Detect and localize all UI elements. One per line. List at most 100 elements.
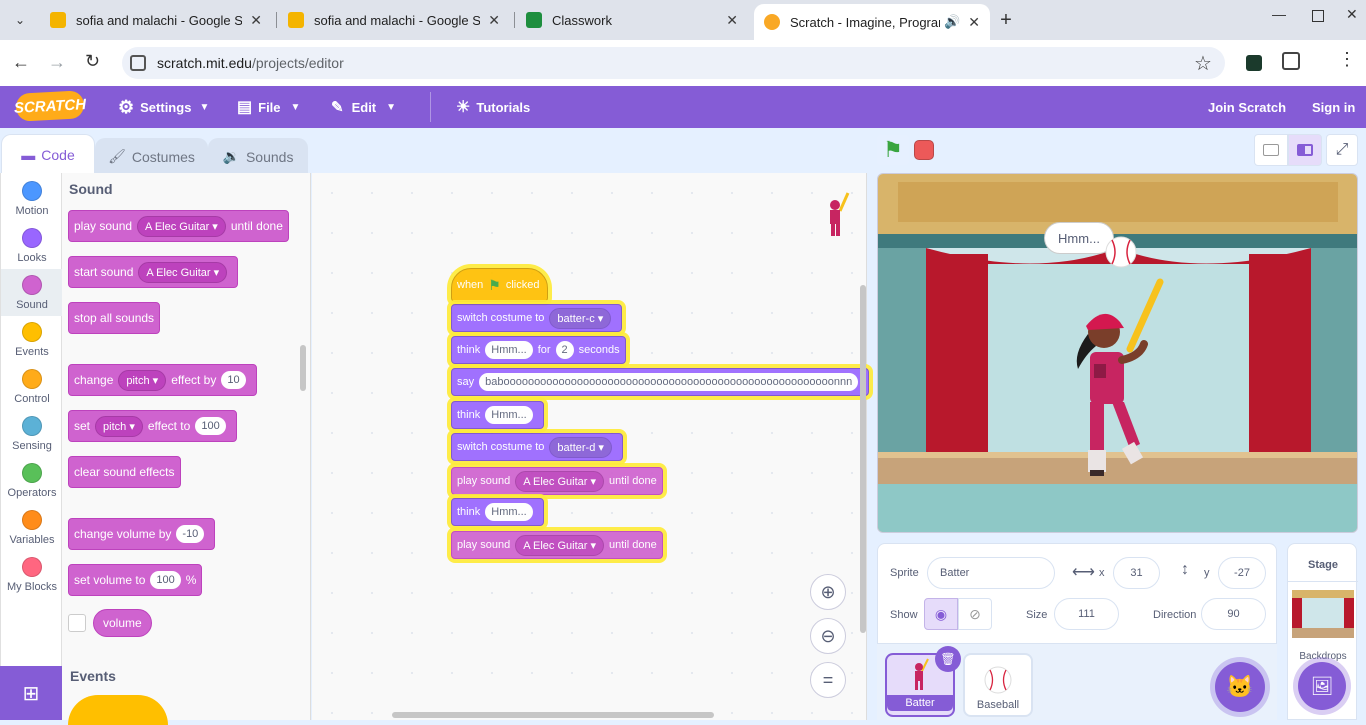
choose-sprite-button[interactable]: 🐱 <box>1215 662 1265 712</box>
category-looks[interactable]: Looks <box>1 222 63 269</box>
join-scratch-link[interactable]: Join Scratch <box>1208 86 1286 128</box>
y-position-input[interactable]: -27 <box>1218 557 1266 589</box>
palette-scrollbar[interactable] <box>300 345 306 391</box>
zoom-reset-button[interactable]: = <box>810 662 846 698</box>
sign-in-link[interactable]: Sign in <box>1312 86 1355 128</box>
extensions-icon[interactable] <box>1282 52 1300 70</box>
effect-dropdown[interactable]: pitch <box>95 415 143 437</box>
say-text-input[interactable]: babooooooooooooooooooooooooooooooooooooo… <box>479 373 859 391</box>
sprite-name-input[interactable]: Batter <box>927 557 1055 589</box>
block-clear-sound-effects[interactable]: clear sound effects <box>68 456 181 488</box>
x-position-input[interactable]: 31 <box>1113 557 1160 589</box>
close-tab-icon[interactable]: ✕ <box>968 14 980 31</box>
direction-input[interactable]: 90 <box>1201 598 1266 630</box>
tab-search-icon[interactable]: ⌄ <box>8 8 32 32</box>
block-start-sound[interactable]: start sound A Elec Guitar <box>68 256 239 288</box>
category-my-blocks[interactable]: My Blocks <box>1 551 63 598</box>
choose-backdrop-button[interactable]: 🖼 <box>1298 662 1346 710</box>
bookmark-star-icon[interactable]: ☆ <box>1194 51 1212 76</box>
speaker-icon[interactable]: 🔊 <box>944 14 960 30</box>
scratch-logo[interactable]: SCRATCH <box>13 90 87 122</box>
edit-menu[interactable]: ✎ Edit ▼ <box>331 86 396 128</box>
small-stage-button[interactable] <box>1254 134 1288 166</box>
script-play-sound-until-done-2[interactable]: play sound A Elec Guitar until done <box>451 531 663 559</box>
browser-tab-slides-1[interactable]: sofia and malachi - Google Slid ✕ <box>40 4 272 36</box>
show-visible-button[interactable]: ◉ <box>924 598 958 630</box>
close-tab-icon[interactable]: ✕ <box>250 12 262 29</box>
browser-tab-slides-2[interactable]: sofia and malachi - Google Slid ✕ <box>278 4 510 36</box>
size-input[interactable]: 111 <box>1054 598 1119 630</box>
minimize-window-icon[interactable]: — <box>1272 6 1286 22</box>
tab-code[interactable]: ▬ Code <box>1 134 95 174</box>
sound-dropdown[interactable]: A Elec Guitar <box>515 470 604 492</box>
block-events-hat-partial[interactable] <box>68 695 168 725</box>
script-think-for-seconds[interactable]: think Hmm... for 2 seconds <box>451 336 626 364</box>
volume-value-input[interactable]: 100 <box>150 571 181 589</box>
block-set-volume[interactable]: set volume to 100 % <box>68 564 203 596</box>
new-tab-button[interactable]: + <box>994 6 1018 34</box>
large-stage-button[interactable] <box>1288 134 1322 166</box>
fullscreen-button[interactable]: ⤢ <box>1326 134 1358 166</box>
script-think-2[interactable]: think Hmm... <box>451 498 544 526</box>
effect-value-input[interactable]: 100 <box>195 417 226 435</box>
vertical-scrollbar[interactable] <box>860 285 866 633</box>
block-change-volume[interactable]: change volume by -10 <box>68 518 216 550</box>
show-hidden-button[interactable]: ⊘ <box>958 598 992 630</box>
add-extension-button[interactable]: ⊞ <box>0 666 62 720</box>
close-window-icon[interactable]: ✕ <box>1346 6 1358 23</box>
stop-button[interactable] <box>914 140 934 160</box>
stage-canvas[interactable]: Hmm... <box>877 173 1358 533</box>
delete-sprite-button[interactable]: 🗑 <box>935 646 961 672</box>
browser-menu-icon[interactable]: ⋮ <box>1338 50 1356 68</box>
sound-dropdown[interactable]: A Elec Guitar <box>138 261 228 283</box>
category-variables[interactable]: Variables <box>1 504 63 551</box>
category-sound[interactable]: Sound <box>1 269 63 316</box>
horizontal-scrollbar[interactable] <box>392 712 714 718</box>
close-tab-icon[interactable]: ✕ <box>726 12 738 29</box>
script-when-flag-clicked[interactable]: when ⚑ clicked <box>451 268 548 302</box>
site-info-icon[interactable] <box>130 55 146 71</box>
zoom-out-button[interactable]: ⊖ <box>810 618 846 654</box>
block-stop-all-sounds[interactable]: stop all sounds <box>68 302 161 334</box>
sprite-tile-baseball[interactable]: Baseball <box>963 653 1033 717</box>
script-say[interactable]: say babooooooooooooooooooooooooooooooooo… <box>451 368 870 396</box>
backdrop-thumbnail[interactable] <box>1292 590 1354 638</box>
volume-reporter-checkbox[interactable] <box>68 614 86 632</box>
green-flag-button[interactable]: ⚑ <box>877 135 909 165</box>
zoom-in-button[interactable]: ⊕ <box>810 574 846 610</box>
sound-dropdown[interactable]: A Elec Guitar <box>137 215 226 237</box>
url-text[interactable]: scratch.mit.edu/projects/editor <box>157 55 344 71</box>
stage-selector-pane[interactable]: Stage Backdrops 🖼 <box>1287 543 1358 720</box>
category-operators[interactable]: Operators <box>1 457 63 504</box>
block-volume-reporter[interactable]: volume <box>93 609 152 637</box>
script-switch-costume-2[interactable]: switch costume to batter-d <box>451 433 623 461</box>
block-play-sound-until-done[interactable]: play sound A Elec Guitar until done <box>68 210 289 242</box>
effect-value-input[interactable]: 10 <box>221 371 246 389</box>
category-control[interactable]: Control <box>1 363 63 410</box>
volume-value-input[interactable]: -10 <box>176 525 205 543</box>
costume-dropdown[interactable]: batter-d <box>549 436 612 458</box>
category-events[interactable]: Events <box>1 316 63 363</box>
forward-icon[interactable]: → <box>48 52 66 73</box>
reload-icon[interactable]: ↻ <box>85 51 100 72</box>
costume-dropdown[interactable]: batter-c <box>549 307 612 329</box>
profile-extension-icon[interactable] <box>1246 55 1262 71</box>
close-tab-icon[interactable]: ✕ <box>488 12 500 29</box>
sound-dropdown[interactable]: A Elec Guitar <box>515 534 604 556</box>
think-text-input[interactable]: Hmm... <box>485 503 533 521</box>
category-sensing[interactable]: Sensing <box>1 410 63 457</box>
category-motion[interactable]: Motion <box>1 175 63 222</box>
seconds-input[interactable]: 2 <box>555 341 574 359</box>
browser-tab-classwork[interactable]: Classwork ✕ <box>516 4 748 36</box>
tab-sounds[interactable]: 🔉 Sounds <box>208 138 308 174</box>
settings-menu[interactable]: ⚙ Settings ▼ <box>118 86 209 128</box>
browser-tab-scratch[interactable]: Scratch - Imagine, Program 🔊 ✕ <box>754 4 990 40</box>
script-think[interactable]: think Hmm... <box>451 401 544 429</box>
effect-dropdown[interactable]: pitch <box>118 369 167 391</box>
think-text-input[interactable]: Hmm... <box>485 341 533 359</box>
script-switch-costume[interactable]: switch costume to batter-c <box>451 304 623 332</box>
think-text-input[interactable]: Hmm... <box>485 406 533 424</box>
maximize-window-icon[interactable] <box>1312 10 1324 22</box>
block-change-effect[interactable]: change pitch effect by 10 <box>68 364 257 396</box>
block-set-effect[interactable]: set pitch effect to 100 <box>68 410 237 442</box>
